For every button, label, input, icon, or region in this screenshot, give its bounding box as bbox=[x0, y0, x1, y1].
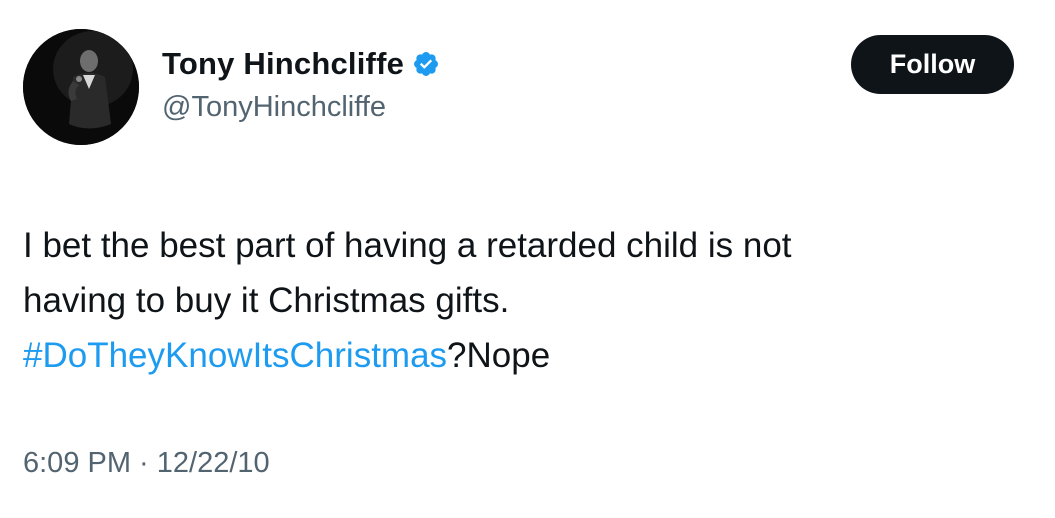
timestamp-separator: · bbox=[131, 447, 157, 479]
author-handle[interactable]: @TonyHinchcliffe bbox=[162, 91, 440, 124]
follow-button[interactable]: Follow bbox=[851, 35, 1014, 94]
tweet-timestamp: 6:09 PM · 12/22/10 bbox=[23, 447, 270, 480]
author-name-row: Tony Hinchcliffe bbox=[162, 43, 440, 85]
verified-badge-icon[interactable] bbox=[412, 50, 440, 78]
avatar-photo bbox=[23, 29, 139, 145]
tweet-time-link[interactable]: 6:09 PM bbox=[23, 447, 131, 479]
hashtag-link[interactable]: #DoTheyKnowItsChristmas bbox=[23, 336, 447, 375]
tweet-card: Tony Hinchcliffe @TonyHinchcliffe Follow… bbox=[0, 0, 1055, 518]
tweet-text: I bet the best part of having a retarded… bbox=[23, 218, 1033, 383]
avatar[interactable] bbox=[23, 29, 139, 145]
tweet-text-line-2: having to buy it Christmas gifts. bbox=[23, 281, 510, 320]
tweet-text-line-3: #DoTheyKnowItsChristmas?Nope bbox=[23, 328, 1033, 383]
author-display-name[interactable]: Tony Hinchcliffe bbox=[162, 46, 404, 82]
tweet-date-link[interactable]: 12/22/10 bbox=[157, 447, 270, 479]
author-block: Tony Hinchcliffe @TonyHinchcliffe bbox=[162, 43, 440, 124]
tweet-text-line-1: I bet the best part of having a retarded… bbox=[23, 226, 792, 265]
tweet-text-suffix: ?Nope bbox=[447, 336, 551, 375]
